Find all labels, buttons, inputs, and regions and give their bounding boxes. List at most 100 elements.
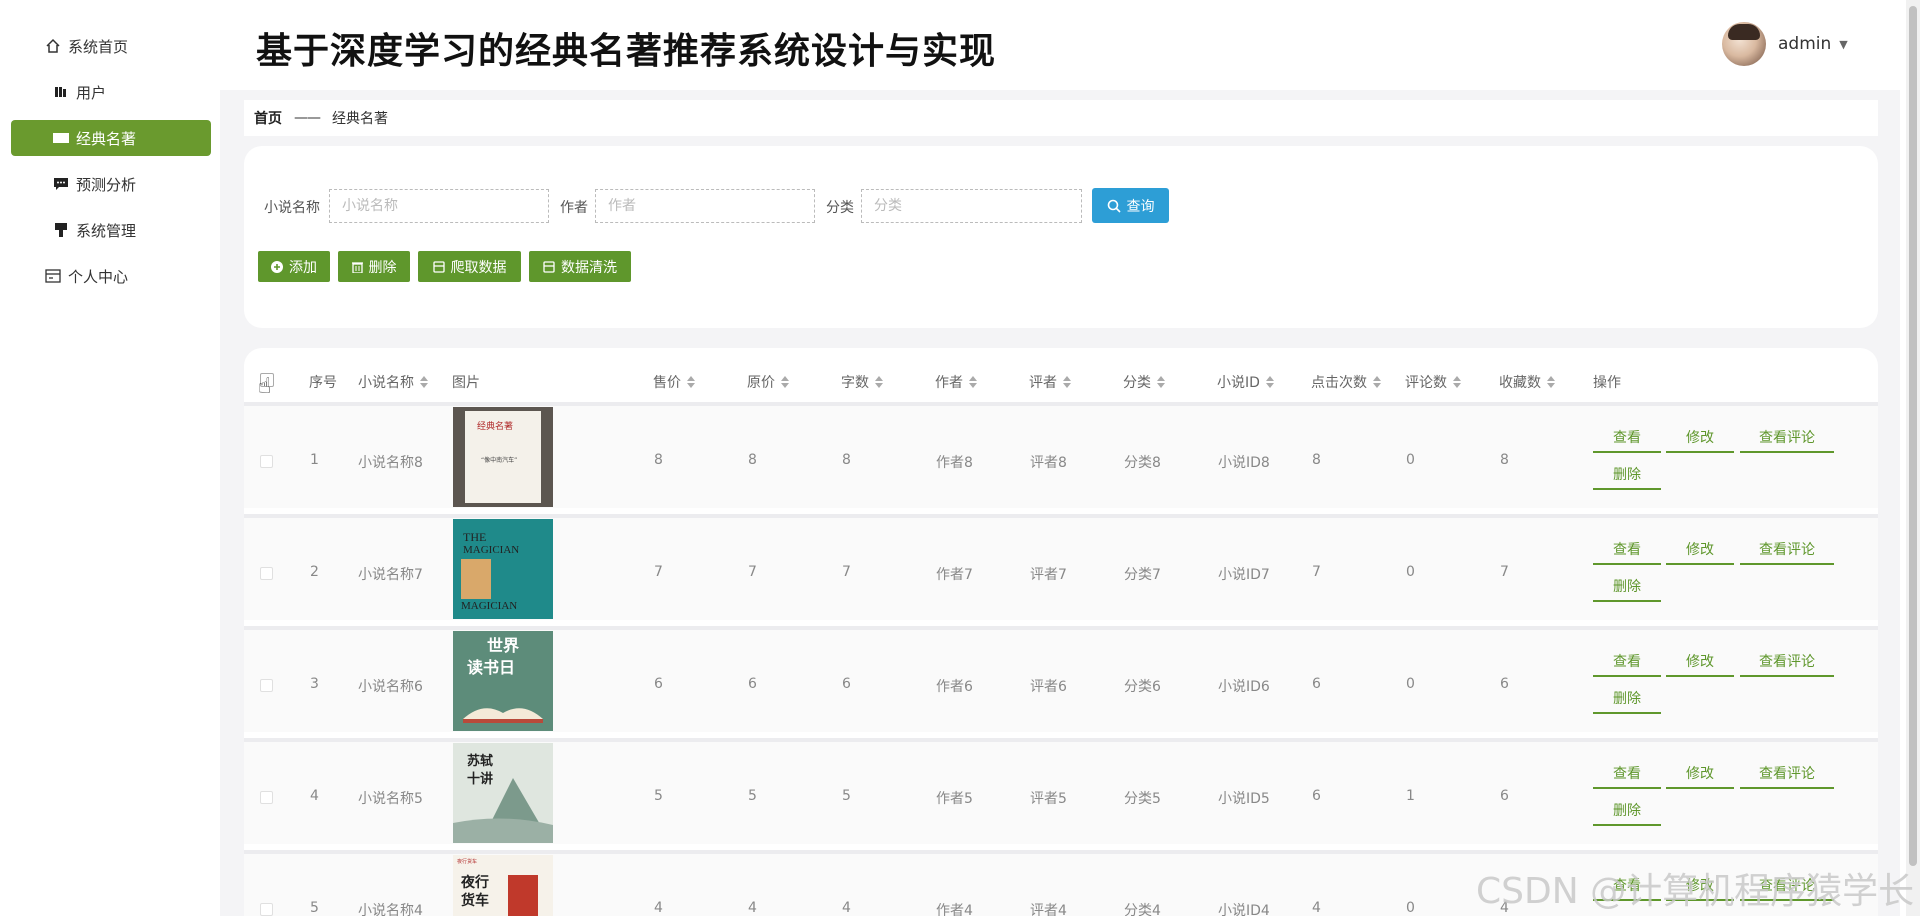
sidebar-item-classics[interactable]: 经典名著	[11, 120, 211, 156]
header-favorites[interactable]: 收藏数	[1499, 372, 1555, 392]
database-icon	[543, 260, 555, 273]
book-icon	[52, 129, 70, 147]
breadcrumb-home[interactable]: 首页	[254, 108, 282, 128]
user-menu[interactable]: admin ▼	[1722, 20, 1848, 68]
sort-icon[interactable]	[1157, 376, 1165, 388]
row-delete-button[interactable]: 删除	[1593, 572, 1661, 602]
name-label: 小说名称	[264, 200, 320, 216]
sort-icon[interactable]	[781, 376, 789, 388]
edit-button[interactable]: 修改	[1666, 647, 1734, 677]
header-category[interactable]: 分类	[1123, 372, 1165, 392]
cell-index: 5	[310, 900, 319, 916]
sort-icon[interactable]	[969, 376, 977, 388]
cell-words: 5	[842, 788, 851, 804]
row-checkbox[interactable]	[260, 791, 273, 804]
sidebar-item-profile[interactable]: 个人中心	[11, 258, 211, 294]
view-comments-button[interactable]: 查看评论	[1740, 647, 1834, 677]
cell-words: 8	[842, 452, 851, 468]
svg-text:夜行货车: 夜行货车	[457, 858, 477, 865]
add-button[interactable]: 添加	[258, 251, 330, 282]
row-delete-button[interactable]: 删除	[1593, 684, 1661, 714]
sidebar-item-user[interactable]: 用户	[11, 74, 211, 110]
cell-category: 分类7	[1124, 567, 1161, 583]
cell-reviewer: 评者6	[1030, 679, 1067, 695]
header-name[interactable]: 小说名称	[358, 372, 428, 392]
scrollbar-thumb[interactable]	[1909, 6, 1917, 866]
home-icon	[44, 37, 62, 55]
cell-price: 7	[654, 564, 663, 580]
svg-text:“像中南汽车”: “像中南汽车”	[481, 456, 517, 464]
row-checkbox[interactable]	[260, 903, 273, 916]
author-search-input[interactable]	[595, 189, 815, 223]
svg-text:十讲: 十讲	[467, 771, 493, 787]
cell-words: 6	[842, 676, 851, 692]
svg-text:世界: 世界	[487, 636, 519, 655]
sort-icon[interactable]	[687, 376, 695, 388]
add-button-label: 添加	[289, 259, 317, 276]
book-cover-image: 苏轼 十讲	[453, 743, 553, 843]
cell-clicks: 7	[1312, 564, 1321, 580]
view-button[interactable]: 查看	[1593, 647, 1661, 677]
cell-category: 分类6	[1124, 679, 1161, 695]
sort-icon[interactable]	[1373, 376, 1381, 388]
user-icon	[52, 83, 70, 101]
cell-reviewer: 评者4	[1030, 903, 1067, 916]
cell-novel-id: 小说ID8	[1218, 455, 1270, 471]
sidebar-item-home[interactable]: 系统首页	[11, 28, 211, 64]
data-clean-button[interactable]: 数据清洗	[529, 251, 631, 282]
edit-button[interactable]: 修改	[1666, 423, 1734, 453]
cell-reviewer: 评者7	[1030, 567, 1067, 583]
view-button[interactable]: 查看	[1593, 759, 1661, 789]
cell-words: 4	[842, 900, 851, 916]
view-comments-button[interactable]: 查看评论	[1740, 535, 1834, 565]
category-search-input[interactable]	[861, 189, 1082, 223]
header-clicks[interactable]: 点击次数	[1311, 372, 1381, 392]
name-search-input[interactable]	[329, 189, 549, 223]
delete-button-label: 删除	[368, 259, 397, 276]
cell-favorites: 8	[1500, 452, 1509, 468]
edit-button[interactable]: 修改	[1666, 535, 1734, 565]
cell-comments: 0	[1406, 452, 1415, 468]
view-comments-button[interactable]: 查看评论	[1740, 759, 1834, 789]
cell-category: 分类8	[1124, 455, 1161, 471]
header-reviewer[interactable]: 评者	[1029, 372, 1071, 392]
chat-icon	[52, 175, 70, 193]
cell-novel-id: 小说ID7	[1218, 567, 1270, 583]
cell-novel-id: 小说ID6	[1218, 679, 1270, 695]
sort-icon[interactable]	[875, 376, 883, 388]
sort-icon[interactable]	[1453, 376, 1461, 388]
header-comments[interactable]: 评论数	[1405, 372, 1461, 392]
row-checkbox[interactable]	[260, 679, 273, 692]
header-novel-id[interactable]: 小说ID	[1217, 372, 1274, 392]
sidebar-item-prediction[interactable]: 预测分析	[11, 166, 211, 202]
header-author[interactable]: 作者	[935, 372, 977, 392]
page-scrollbar[interactable]	[1906, 0, 1920, 916]
edit-button[interactable]: 修改	[1666, 759, 1734, 789]
cell-clicks: 6	[1312, 676, 1321, 692]
card-icon	[44, 267, 62, 285]
breadcrumb-current: 经典名著	[332, 111, 388, 127]
header-price[interactable]: 售价	[653, 372, 695, 392]
trash-icon	[351, 261, 363, 273]
sort-icon[interactable]	[1547, 376, 1555, 388]
view-comments-button[interactable]: 查看评论	[1740, 423, 1834, 453]
header-orig-price[interactable]: 原价	[747, 372, 789, 392]
sort-icon[interactable]	[1265, 376, 1274, 388]
header-words[interactable]: 字数	[841, 372, 883, 392]
sort-icon[interactable]	[1063, 376, 1071, 388]
row-checkbox[interactable]	[260, 567, 273, 580]
query-button[interactable]: 查询	[1092, 188, 1169, 223]
delete-button[interactable]: 删除	[338, 251, 410, 282]
view-button[interactable]: 查看	[1593, 535, 1661, 565]
row-delete-button[interactable]: 删除	[1593, 796, 1661, 826]
cell-name: 小说名称7	[358, 567, 423, 583]
view-button[interactable]: 查看	[1593, 423, 1661, 453]
page-title: 基于深度学习的经典名著推荐系统设计与实现	[256, 31, 997, 72]
crawl-data-button[interactable]: 爬取数据	[418, 251, 521, 282]
cell-name: 小说名称6	[358, 679, 423, 695]
sort-icon[interactable]	[420, 376, 428, 388]
cell-reviewer: 评者5	[1030, 791, 1067, 807]
sidebar-item-system[interactable]: 系统管理	[11, 212, 211, 248]
row-delete-button[interactable]: 删除	[1593, 460, 1661, 490]
row-checkbox[interactable]	[260, 455, 273, 468]
